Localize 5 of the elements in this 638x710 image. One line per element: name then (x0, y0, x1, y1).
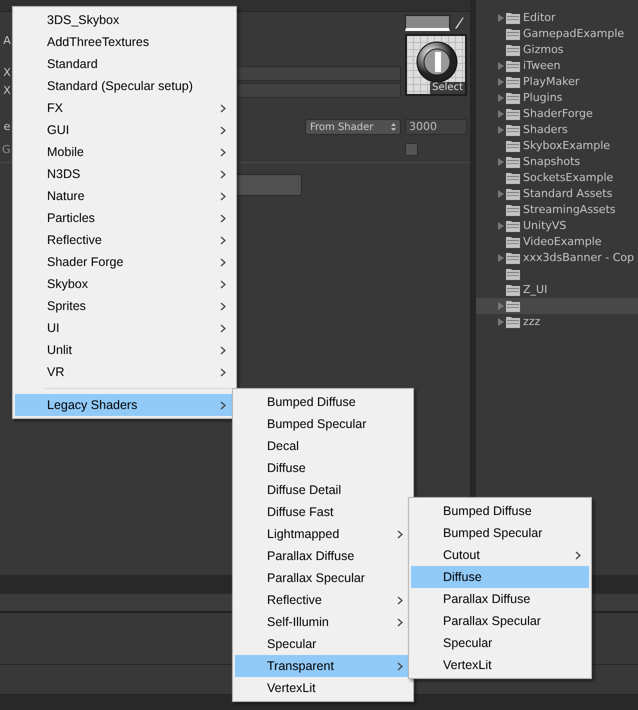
property-label: G (2, 142, 11, 158)
property-label: X (2, 82, 12, 98)
property-label: A (2, 33, 12, 47)
property-label: X (2, 65, 12, 81)
property-label: e (2, 119, 12, 135)
